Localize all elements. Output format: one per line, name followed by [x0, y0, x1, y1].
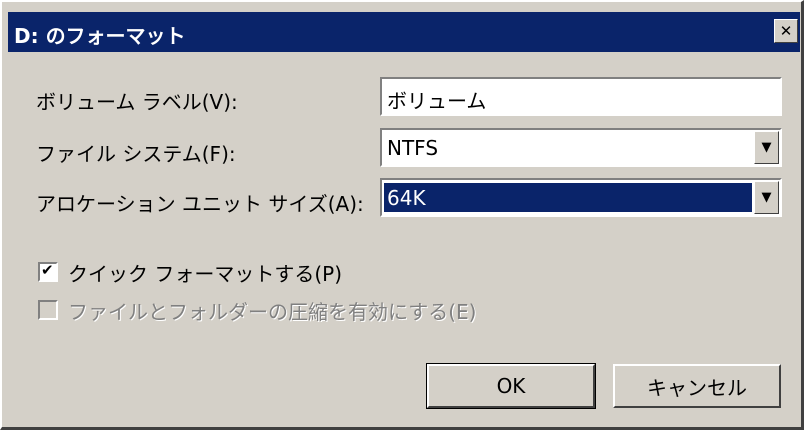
- volume-label-caption: ボリューム ラベル(V):: [36, 90, 238, 114]
- cancel-button-label: キャンセル: [647, 375, 747, 400]
- file-system-caption: ファイル システム(F):: [36, 142, 236, 166]
- file-system-select[interactable]: NTFS ▼: [380, 128, 782, 167]
- quick-format-label[interactable]: クイック フォーマットする(P): [68, 258, 342, 287]
- compression-checkbox[interactable]: [38, 300, 58, 320]
- allocation-unit-select[interactable]: 64K ▼: [380, 178, 782, 217]
- close-button[interactable]: ✕: [774, 19, 798, 43]
- chevron-down-icon: ▼: [761, 140, 772, 155]
- file-system-value: NTFS: [387, 136, 439, 160]
- quick-format-checkbox[interactable]: ✔: [38, 261, 58, 282]
- window-title: D: のフォーマット: [14, 24, 186, 48]
- close-icon: ✕: [779, 22, 793, 40]
- format-dialog: D: のフォーマット ✕ ボリューム ラベル(V): ボリューム ファイル シス…: [0, 0, 804, 430]
- volume-label-value: ボリューム: [387, 89, 487, 113]
- cancel-button[interactable]: キャンセル: [613, 364, 781, 408]
- file-system-dropdown-button[interactable]: ▼: [754, 131, 779, 164]
- allocation-unit-value: 64K: [385, 186, 428, 210]
- checkmark-icon: ✔: [41, 261, 54, 279]
- allocation-unit-caption: アロケーション ユニット サイズ(A):: [36, 192, 364, 216]
- volume-label-input[interactable]: ボリューム: [380, 77, 782, 116]
- chevron-down-icon: ▼: [761, 190, 772, 205]
- allocation-unit-dropdown-button[interactable]: ▼: [754, 181, 779, 214]
- ok-button-label: OK: [496, 374, 526, 398]
- selection-highlight: [383, 182, 753, 213]
- compression-label: ファイルとフォルダーの圧縮を有効にする(E): [68, 300, 477, 324]
- title-bar[interactable]: D: のフォーマット ✕: [8, 12, 800, 52]
- ok-button[interactable]: OK: [426, 363, 596, 409]
